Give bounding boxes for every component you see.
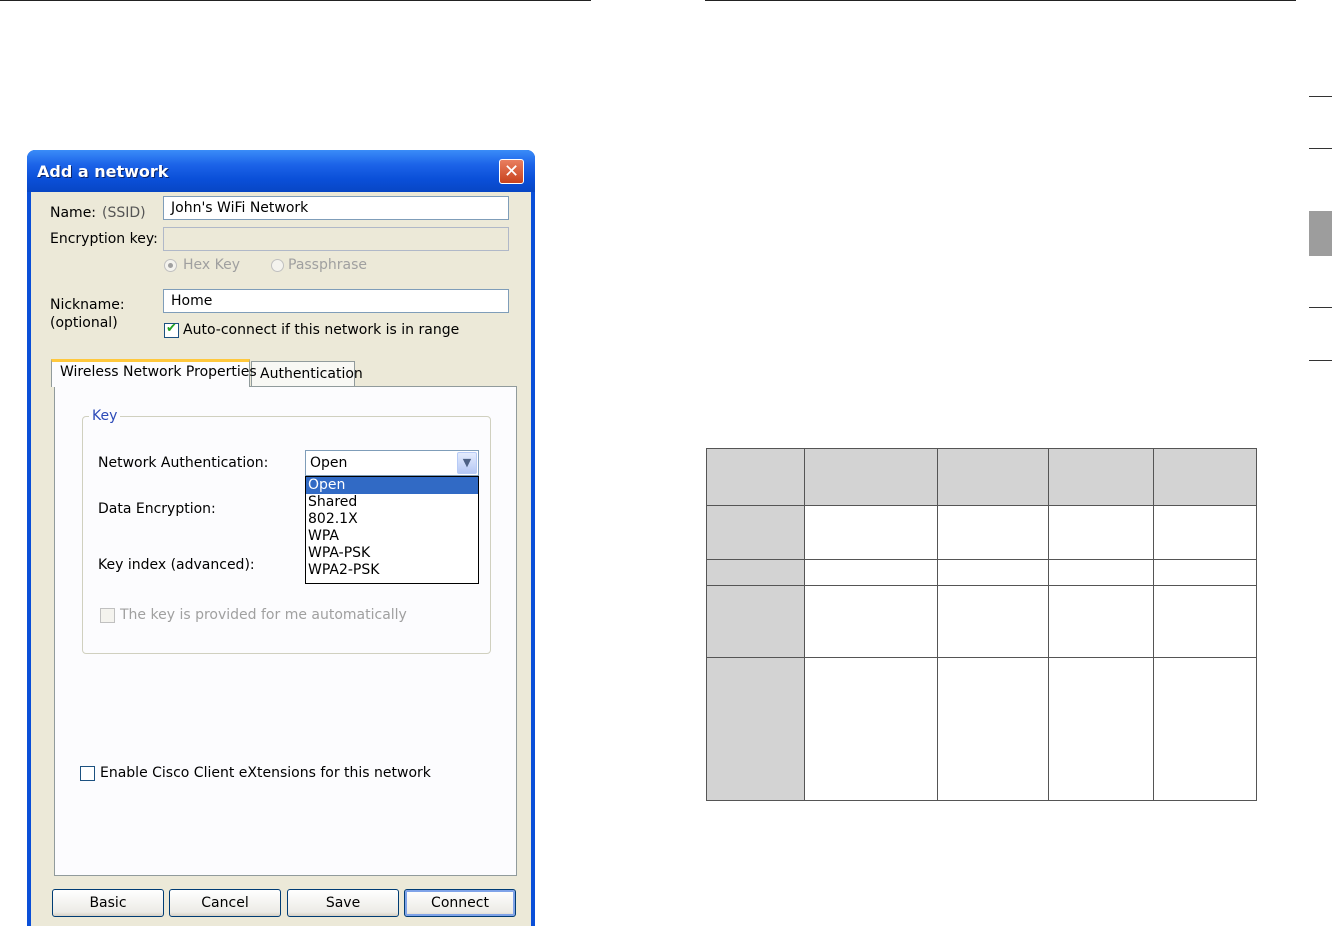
dropdown-option-wpa2-psk[interactable]: WPA2-PSK xyxy=(306,562,478,579)
save-button[interactable]: Save xyxy=(287,889,399,917)
table-header-cell xyxy=(706,448,805,506)
add-network-dialog: Add a network ✕ Name: (SSID) John's WiFi… xyxy=(27,150,535,926)
table-cell xyxy=(1153,657,1257,801)
ssid-label: (SSID) xyxy=(102,205,146,221)
page-table xyxy=(706,448,1257,801)
nickname-label: Nickname: xyxy=(50,297,125,313)
ssid-field[interactable]: John's WiFi Network xyxy=(163,196,509,220)
dropdown-option-wpa[interactable]: WPA xyxy=(306,528,478,545)
radio-dot-icon xyxy=(168,263,173,268)
section-tab-marker xyxy=(1309,96,1332,97)
network-auth-value: Open xyxy=(310,455,348,471)
close-icon: ✕ xyxy=(503,161,520,182)
page-rule-right xyxy=(705,0,1296,1)
section-tab-marker xyxy=(1309,360,1332,361)
section-tab-marker xyxy=(1309,148,1332,149)
table-cell xyxy=(804,559,938,586)
table-cell xyxy=(804,657,938,801)
table-header-cell xyxy=(937,448,1049,506)
cisco-extensions-checkbox[interactable] xyxy=(80,766,95,781)
table-header-cell xyxy=(1048,448,1154,506)
section-tab-marker xyxy=(1309,307,1332,308)
autoconnect-checkbox[interactable]: ✔ xyxy=(164,321,179,338)
section-tab-active xyxy=(1309,211,1332,256)
dropdown-option-open[interactable]: Open xyxy=(306,477,478,494)
autoconnect-label: Auto-connect if this network is in range xyxy=(183,322,460,338)
data-encryption-label: Data Encryption: xyxy=(98,501,216,517)
table-cell xyxy=(937,559,1049,586)
table-cell xyxy=(1048,657,1154,801)
cisco-extensions-label: Enable Cisco Client eXtensions for this … xyxy=(100,765,431,781)
basic-button[interactable]: Basic xyxy=(52,889,164,917)
name-label: Name: xyxy=(50,205,97,221)
table-row xyxy=(706,585,1257,658)
connect-button[interactable]: Connect xyxy=(404,889,516,917)
checkmark-icon: ✔ xyxy=(166,321,177,336)
table-row xyxy=(706,559,1257,586)
table-cell xyxy=(937,657,1049,801)
passphrase-label: Passphrase xyxy=(288,257,367,273)
table-cell xyxy=(1153,505,1257,560)
key-group-title: Key xyxy=(89,408,121,424)
tab-wireless-network-properties[interactable]: Wireless Network Properties xyxy=(51,359,257,387)
table-cell xyxy=(937,585,1049,658)
auto-key-label: The key is provided for me automatically xyxy=(120,607,407,623)
close-button[interactable]: ✕ xyxy=(499,159,524,184)
network-auth-label: Network Authentication: xyxy=(98,455,269,471)
title-bar[interactable]: Add a network ✕ xyxy=(27,150,535,192)
table-cell xyxy=(937,505,1049,560)
table-cell xyxy=(1048,505,1154,560)
dropdown-option-wpa-psk[interactable]: WPA-PSK xyxy=(306,545,478,562)
key-index-label: Key index (advanced): xyxy=(98,557,255,573)
table-cell xyxy=(1153,585,1257,658)
hex-key-label: Hex Key xyxy=(183,257,241,273)
encryption-key-label: Encryption key: xyxy=(50,231,158,247)
table-header-cell xyxy=(1153,448,1257,506)
cancel-button[interactable]: Cancel xyxy=(169,889,281,917)
table-cell xyxy=(1048,585,1154,658)
table-cell xyxy=(1153,559,1257,586)
tab-authentication[interactable]: Authentication xyxy=(251,361,363,387)
table-row-header xyxy=(706,559,805,586)
page-rule-left xyxy=(0,0,591,1)
dropdown-option-shared[interactable]: Shared xyxy=(306,494,478,511)
hex-key-radio[interactable] xyxy=(164,259,177,272)
network-auth-select[interactable]: Open ▼ xyxy=(305,450,479,476)
auto-key-checkbox[interactable] xyxy=(100,608,115,623)
table-header-cell xyxy=(804,448,938,506)
table-header-row xyxy=(706,448,1257,506)
dialog-title: Add a network xyxy=(37,162,169,181)
passphrase-radio[interactable] xyxy=(271,259,284,272)
table-row-header xyxy=(706,585,805,658)
chevron-down-icon[interactable]: ▼ xyxy=(457,452,477,474)
table-cell xyxy=(1048,559,1154,586)
table-cell xyxy=(804,505,938,560)
table-row xyxy=(706,657,1257,801)
nickname-field[interactable]: Home xyxy=(163,289,509,313)
dialog-body: Name: (SSID) John's WiFi Network Encrypt… xyxy=(31,192,531,926)
table-row xyxy=(706,505,1257,560)
encryption-key-field[interactable] xyxy=(163,227,509,251)
optional-label: (optional) xyxy=(50,315,118,331)
table-row-header xyxy=(706,505,805,560)
table-cell xyxy=(804,585,938,658)
table-row-header xyxy=(706,657,805,801)
dropdown-option-8021x[interactable]: 802.1X xyxy=(306,511,478,528)
network-auth-dropdown: Open Shared 802.1X WPA WPA-PSK WPA2-PSK xyxy=(305,476,479,584)
